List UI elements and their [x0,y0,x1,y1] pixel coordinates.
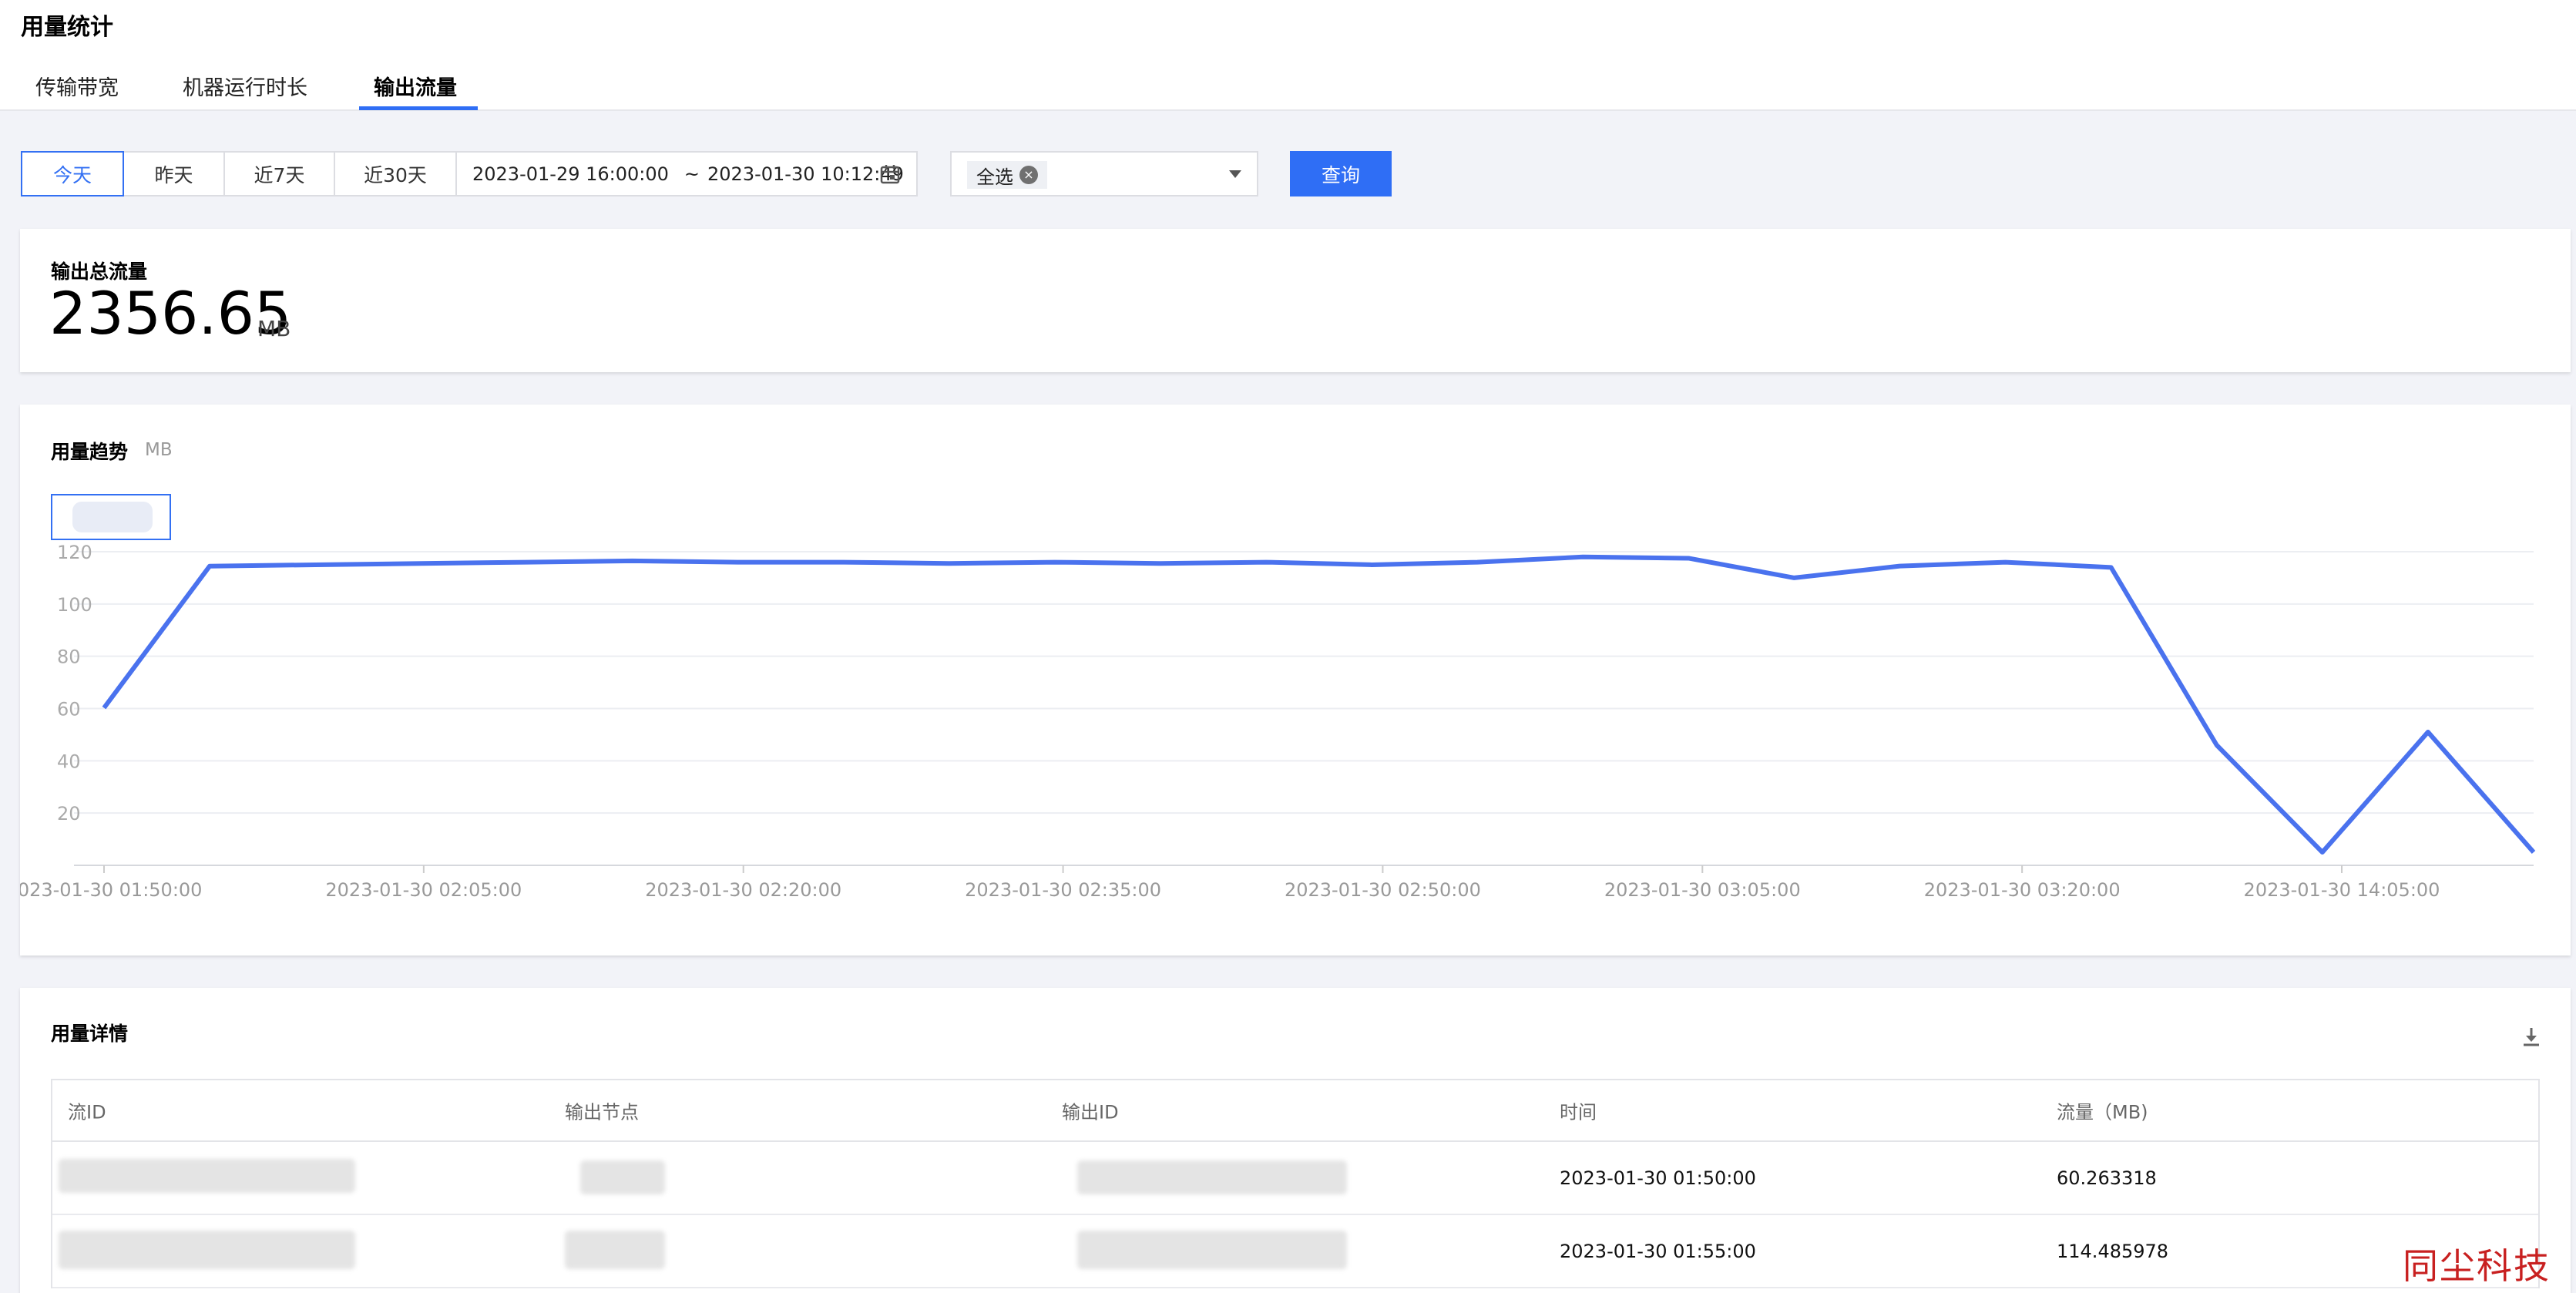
page-header: 用量统计 传输带宽 机器运行时长 输出流量 [0,0,2576,111]
row-flow: 60.263318 [2057,1167,2157,1189]
total-traffic-unit: MB [257,316,291,341]
table-row[interactable]: 2023-01-30 01:50:00 60.263318 [52,1142,2538,1215]
tab-machine-runtime[interactable]: 机器运行时长 [183,71,307,111]
select-chip-all: 全选 × [967,161,1047,189]
flow-id-redacted [59,1231,355,1269]
series-line [102,554,2536,855]
range-yesterday-button[interactable]: 昨天 [123,151,225,196]
node-select[interactable]: 全选 × [950,151,1258,196]
y-tick-label: 20 [57,803,81,824]
y-tick-label: 120 [57,542,92,563]
watermark-text: 同尘科技 [2403,1245,2551,1287]
date-range-picker[interactable]: 2023-01-29 16:00:00 ~ 2023-01-30 10:12:4… [455,151,918,196]
date-separator: ~ [683,163,700,185]
date-start: 2023-01-29 16:00:00 [472,163,669,185]
y-tick-label: 60 [57,699,81,720]
output-node-redacted [580,1160,665,1194]
flow-id-redacted [59,1159,355,1193]
range-30days-button[interactable]: 近30天 [334,151,457,196]
tab-bandwidth[interactable]: 传输带宽 [35,71,119,111]
column-header-output-node: 输出节点 [565,1101,639,1123]
y-tick-label: 100 [57,594,92,616]
x-tick-label: 2023-01-30 02:35:00 [965,879,1161,901]
tab-output-traffic[interactable]: 输出流量 [374,71,457,111]
page-title: 用量统计 [21,14,113,41]
column-header-output-id: 输出ID [1062,1101,1119,1123]
select-chip-label: 全选 [976,166,1013,188]
usage-detail-card: 用量详情 流ID 输出节点 输出ID 时间 流量（MB) 2023-01-30 … [20,988,2571,1293]
close-circle-icon[interactable]: × [1019,166,1038,184]
column-header-flow: 流量（MB) [2057,1101,2148,1123]
chevron-down-icon[interactable] [1229,170,1241,178]
total-traffic-value: 2356.65 [49,279,292,348]
output-id-redacted [1077,1160,1347,1194]
usage-trend-card: 用量趋势 MB 20 40 60 80 100 120 2023-01-30 01:50:0… [20,405,2571,955]
column-header-time: 时间 [1560,1101,1597,1123]
table-header-row: 流ID 输出节点 输出ID 时间 流量（MB) [52,1080,2538,1142]
x-tick-label: 2023-01-30 03:05:00 [1604,879,1801,901]
date-end: 2023-01-30 10:12:49 [707,163,904,185]
query-button[interactable]: 查询 [1290,151,1392,196]
row-time: 2023-01-30 01:50:00 [1560,1167,1756,1189]
usage-line-chart: 20 40 60 80 100 120 2023-01-30 01:50:00 2023-01… [20,542,2536,901]
output-id-redacted [1077,1231,1347,1269]
usage-detail-title: 用量详情 [51,1023,129,1045]
y-tick-label: 80 [57,646,81,668]
usage-detail-table: 流ID 输出节点 输出ID 时间 流量（MB) 2023-01-30 01:50… [51,1079,2540,1288]
x-tick-label: 2023-01-30 03:20:00 [1924,879,2121,901]
download-icon[interactable] [2521,1025,2541,1048]
total-traffic-card: 输出总流量 2356.65 MB [20,229,2571,372]
y-tick-label: 40 [57,751,81,772]
range-today-button[interactable]: 今天 [21,151,124,196]
x-tick-label: 2023-01-30 02:20:00 [645,879,841,901]
x-tick-label: 2023-01-30 01:50:00 [20,879,202,901]
active-tab-indicator [359,106,478,110]
output-node-redacted [565,1231,665,1269]
calendar-icon[interactable] [879,163,901,185]
x-tick-label: 2023-01-30 14:05:00 [2244,879,2440,901]
x-tick-label: 2023-01-30 02:05:00 [325,879,522,901]
row-time: 2023-01-30 01:55:00 [1560,1240,1756,1262]
x-tick-label: 2023-01-30 02:50:00 [1285,879,1481,901]
table-row[interactable]: 2023-01-30 01:55:00 114.485978 [52,1215,2538,1288]
column-header-flow-id: 流ID [68,1101,106,1123]
range-7days-button[interactable]: 近7天 [223,151,335,196]
row-flow: 114.485978 [2057,1240,2169,1262]
